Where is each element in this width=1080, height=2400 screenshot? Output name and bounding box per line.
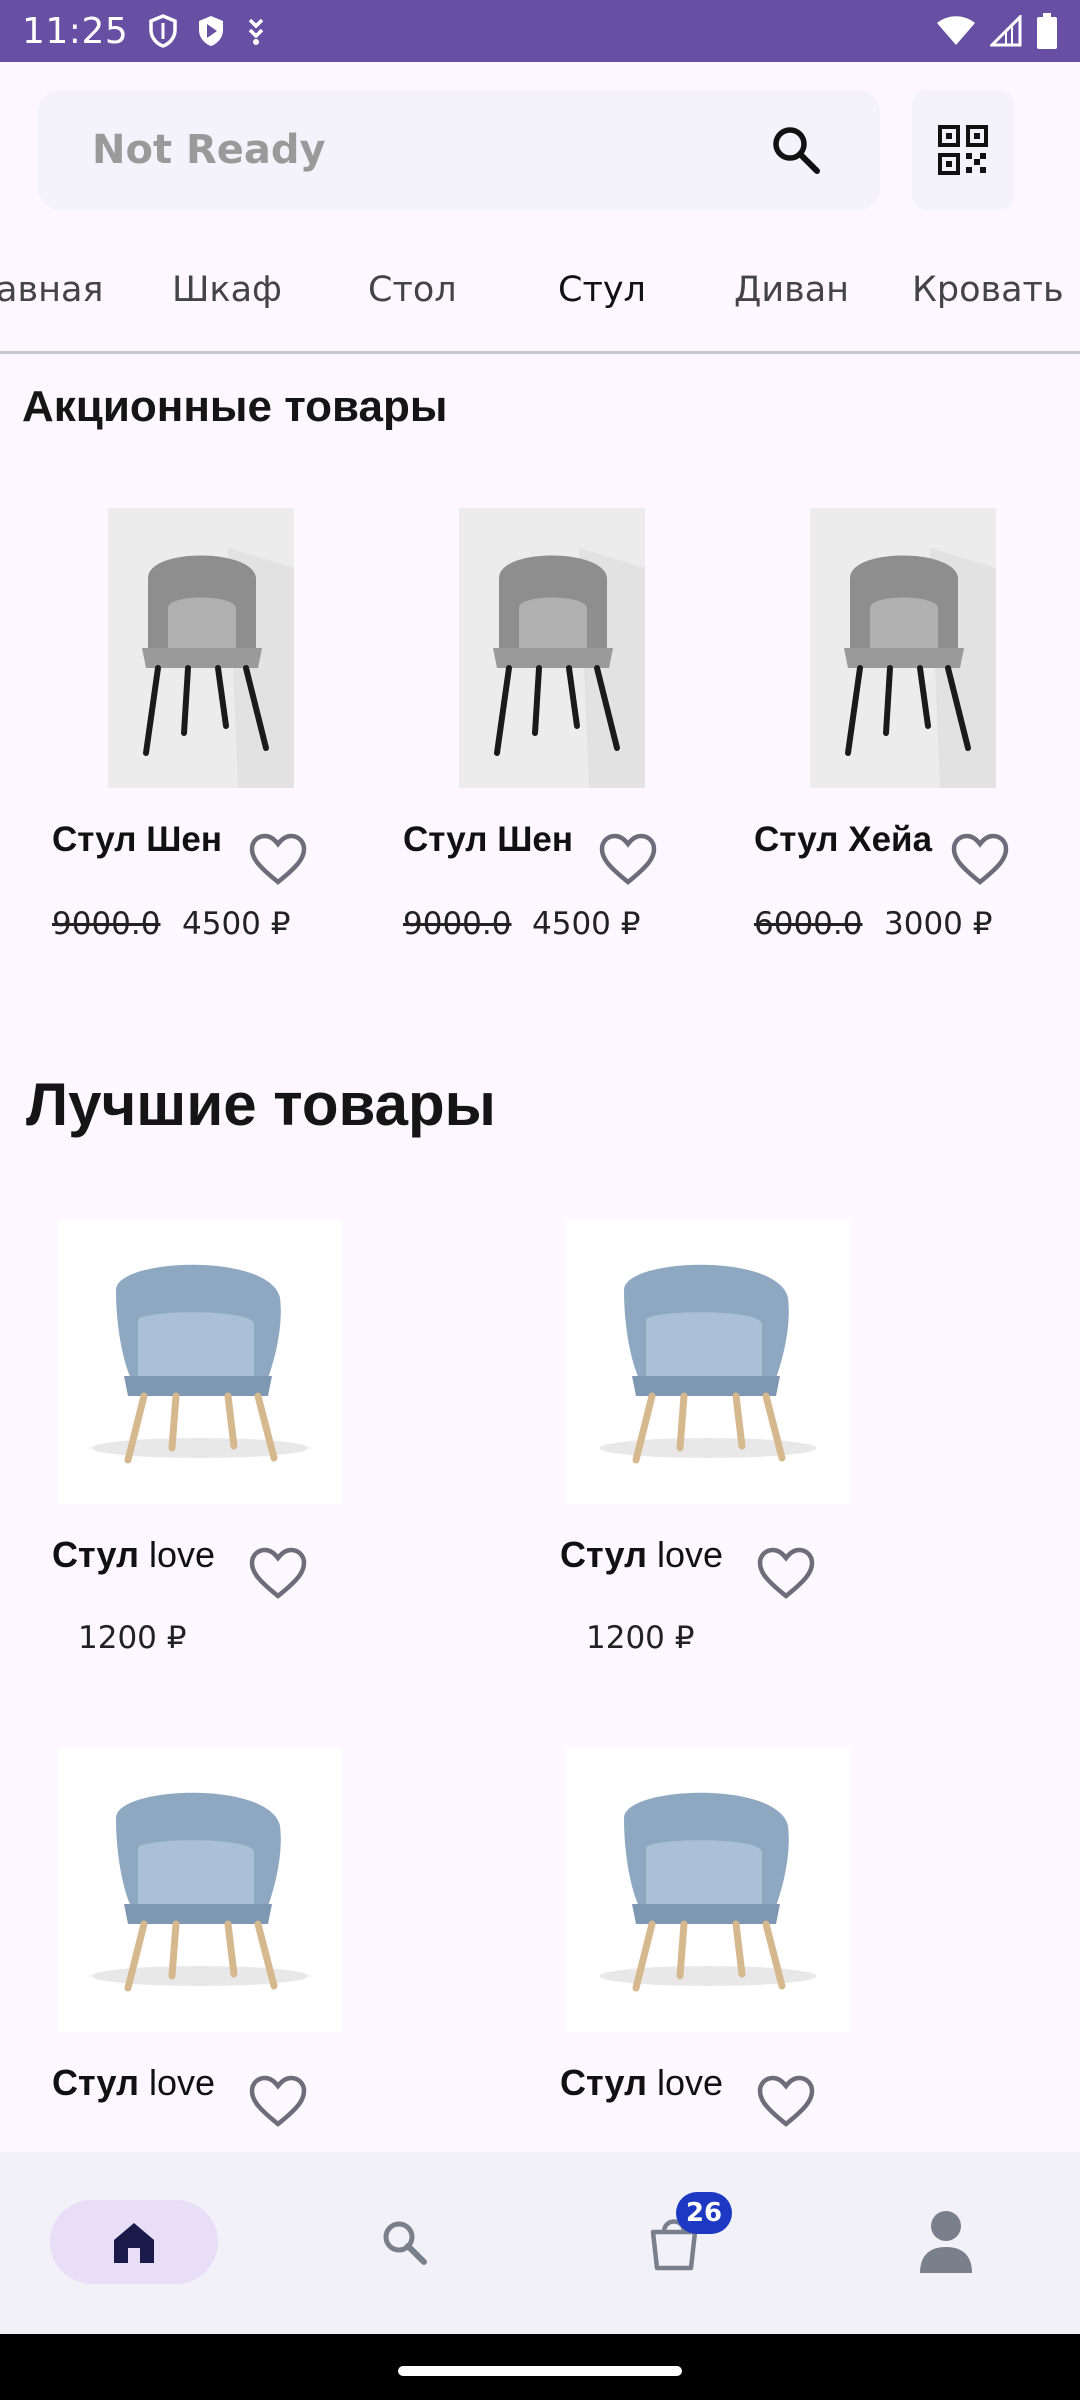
product-name: Стул Шен	[403, 820, 574, 859]
heart-icon[interactable]	[598, 832, 658, 888]
grey-chair-image	[108, 508, 294, 788]
wifi-icon	[937, 16, 975, 45]
grey-chair-image	[810, 508, 996, 788]
profile-icon	[920, 2211, 972, 2273]
heart-icon[interactable]	[248, 2074, 308, 2130]
system-gesture-bar	[0, 2334, 1080, 2400]
heart-icon[interactable]	[950, 832, 1010, 888]
blue-chair-image	[58, 1220, 342, 1504]
qr-code-icon	[938, 125, 988, 175]
status-time: 11:25	[22, 10, 129, 52]
product-image	[58, 1748, 342, 2032]
grey-chair-image	[459, 508, 645, 788]
search-icon	[383, 2221, 427, 2265]
heart-icon[interactable]	[756, 2074, 816, 2130]
bottom-navigation: 26	[0, 2152, 1080, 2334]
sale-price: 3000 ₽	[884, 906, 993, 942]
product-name: Стул love	[560, 1534, 723, 1575]
battery-icon	[1037, 13, 1057, 49]
search-icon	[773, 127, 820, 174]
shield-icon	[149, 14, 177, 48]
heart-icon[interactable]	[248, 832, 308, 888]
blue-chair-image	[58, 1748, 342, 2032]
search-bar[interactable]	[38, 90, 880, 210]
nav-home[interactable]	[50, 2200, 218, 2284]
product-image	[58, 1220, 342, 1504]
product-image	[566, 1220, 850, 1504]
home-gesture-handle[interactable]	[398, 2366, 682, 2376]
search-input[interactable]	[92, 127, 766, 173]
qr-scan-button[interactable]	[912, 90, 1014, 210]
tab-main[interactable]: авная	[0, 270, 103, 310]
blue-chair-image	[566, 1220, 850, 1504]
product-image	[810, 508, 996, 788]
nav-search[interactable]	[362, 2200, 446, 2284]
price: 1200 ₽	[78, 1620, 187, 1656]
heart-icon[interactable]	[248, 1546, 308, 1602]
tab-table[interactable]: Стол	[368, 270, 457, 310]
sale-price: 4500 ₽	[532, 906, 641, 942]
old-price: 9000.0	[52, 906, 161, 942]
nav-cart[interactable]: 26	[632, 2192, 732, 2284]
product-name: Стул love	[560, 2062, 723, 2103]
product-image	[108, 508, 294, 788]
product-image	[459, 508, 645, 788]
tab-sofa[interactable]: Диван	[734, 270, 849, 310]
blue-chair-image	[566, 1748, 850, 2032]
category-tabs: авная Шкаф Стол Стул Диван Кровать	[0, 250, 1080, 354]
product-name: Стул love	[52, 1534, 215, 1575]
product-name: Стул love	[52, 2062, 215, 2103]
heart-icon[interactable]	[756, 1546, 816, 1602]
status-bar: 11:25	[0, 0, 1080, 62]
tab-chair[interactable]: Стул	[558, 270, 646, 310]
price: 1200 ₽	[586, 1620, 695, 1656]
play-shield-icon	[199, 16, 224, 46]
tab-bed[interactable]: Кровать	[912, 270, 1064, 310]
sale-price: 4500 ₽	[182, 906, 291, 942]
search-button[interactable]	[766, 120, 826, 180]
product-name: Стул Хейа	[754, 820, 933, 859]
old-price: 9000.0	[403, 906, 512, 942]
product-name: Стул Шен	[52, 820, 223, 859]
cart-count-badge: 26	[676, 2192, 732, 2234]
promo-section-title: Акционные товары	[22, 382, 448, 431]
best-section-title: Лучшие товары	[26, 1071, 496, 1138]
download-icon	[249, 18, 264, 45]
home-icon	[114, 2223, 154, 2263]
tab-wardrobe[interactable]: Шкаф	[172, 270, 282, 310]
signal-icon	[990, 15, 1022, 47]
nav-profile[interactable]	[904, 2200, 988, 2284]
old-price: 6000.0	[754, 906, 863, 942]
product-image	[566, 1748, 850, 2032]
